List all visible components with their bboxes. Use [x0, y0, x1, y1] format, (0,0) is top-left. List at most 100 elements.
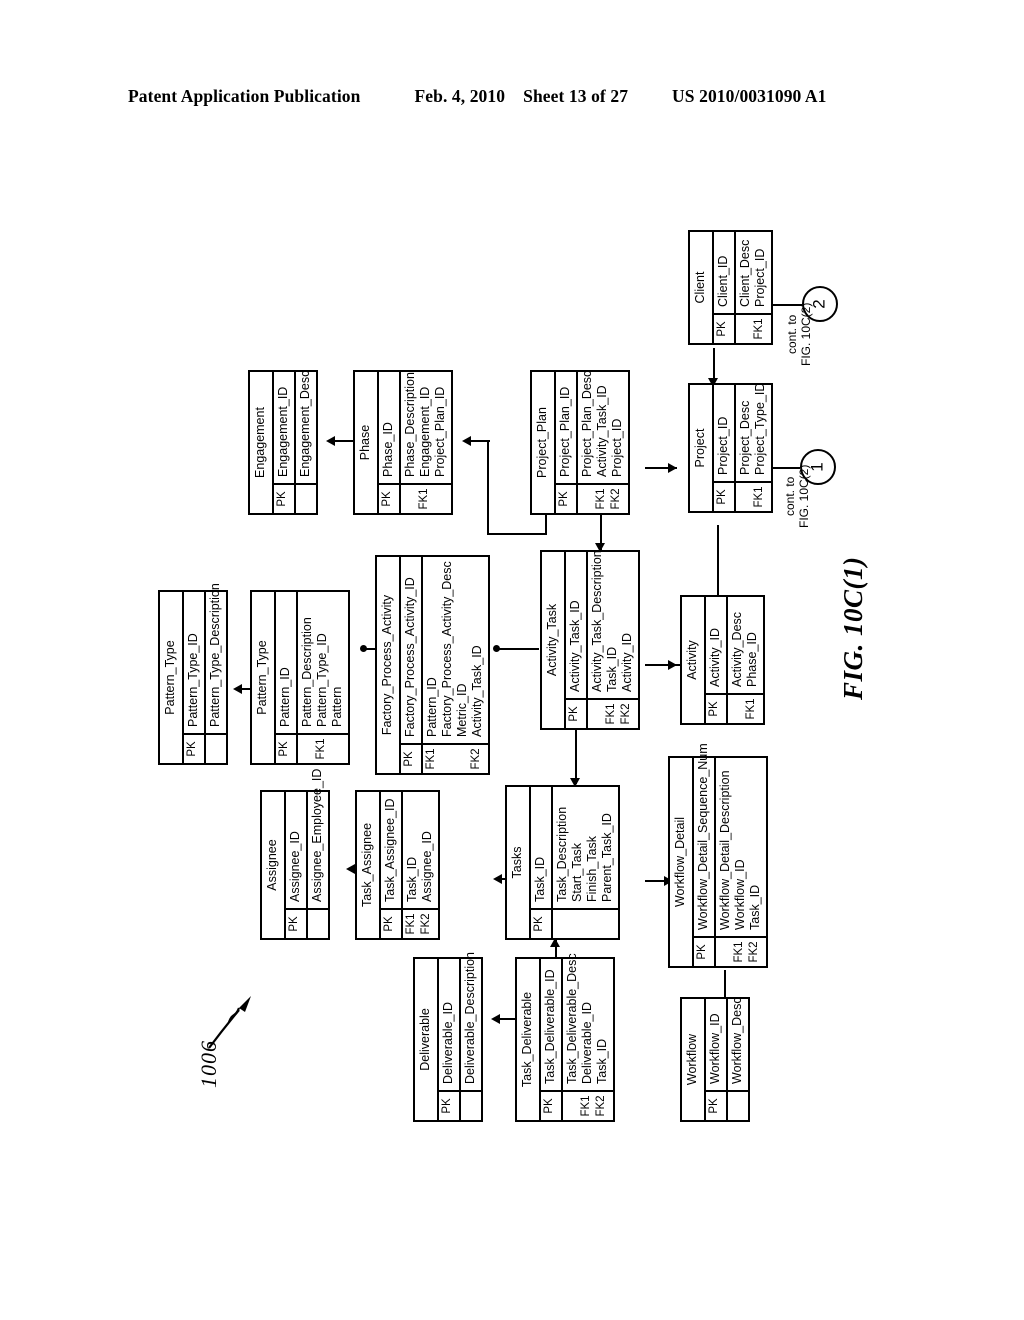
entity-field: Pattern	[329, 686, 344, 727]
entity-key-markers: FK1	[727, 693, 763, 723]
entity-key-marker: PK	[542, 1098, 555, 1114]
entity-field: Task_Deliverable_Desc	[564, 953, 579, 1084]
entity-pattern[interactable]: Pattern_Type PK Pattern_ID FK1 Pattern_Des…	[250, 590, 350, 765]
entity-field-list: Workflow_Detail_Sequence_Num	[694, 736, 714, 936]
entity-key-markers: PK	[705, 693, 726, 723]
entity-field: Workflow_Detail_Sequence_Num	[695, 743, 710, 930]
entity-key-marker: PK	[380, 491, 393, 507]
entity-key-section: PK Phase_ID	[378, 372, 399, 513]
entity-project[interactable]: Project PK Project_ID FK1 Project_Desc Proje…	[688, 383, 773, 513]
entity-field-list: Project_ID	[714, 385, 734, 481]
entity-field: Assignee_ID	[287, 831, 302, 902]
entity-key-marker: FK1	[579, 1095, 592, 1117]
entity-key-markers	[307, 908, 328, 938]
entity-key-markers: PK	[693, 936, 714, 966]
arrowhead-tasks-left	[493, 874, 502, 884]
arrowhead-taskdeliverable-deliverable	[491, 1014, 500, 1024]
entity-table: Activity PK Activity_ID FK1 Activity_Desc Ph…	[680, 595, 765, 725]
entity-key-section: PK Activity_Task_ID	[565, 552, 586, 728]
entity-field-list: Engagement_Desc	[296, 364, 316, 483]
entity-key-markers: FK1 FK2	[577, 483, 628, 513]
entity-key-markers: PK	[438, 1090, 459, 1120]
entity-client[interactable]: Client PK Client_ID FK1 Client_Desc Project_…	[688, 230, 773, 345]
entity-factory-process-activity[interactable]: Factory_Process_Activity PK Factory_Proces…	[375, 555, 490, 775]
entity-key-markers: PK	[540, 1090, 561, 1120]
entity-field: Project_ID	[752, 248, 767, 307]
entity-key-markers	[552, 908, 618, 938]
entity-field-list: Task_Assignee_ID	[381, 791, 401, 908]
entity-field: Workflow_Detail_Description	[717, 770, 732, 930]
entity-attribute-section: FK1 Project_Desc Project_Type_ID	[733, 383, 771, 511]
entity-field-list: Workflow_Desc	[728, 990, 748, 1090]
connector-projectplan-phase-v	[487, 440, 489, 535]
entity-field: Task_Description	[554, 806, 569, 902]
entity-table: Engagement PK Engagement_ID Engagement_Des…	[248, 370, 318, 515]
entity-field-list: Project_Plan_Desc Activity_Task_ID Project…	[578, 364, 628, 483]
offpage-connector-2-label: cont. to FIG. 10C(2)	[785, 303, 814, 366]
entity-engagement[interactable]: Engagement PK Engagement_ID Engagement_Des…	[248, 370, 318, 515]
entity-field: Deliverable_ID	[579, 1002, 594, 1084]
entity-key-markers: PK	[273, 483, 294, 513]
entity-name: Task_Assignee	[357, 792, 381, 938]
entity-field-list: Pattern_ID Factory_Process_Activity_Desc M…	[423, 554, 488, 743]
entity-task-deliverable[interactable]: Task_Deliverable PK Task_Deliverable_ID FK…	[515, 953, 615, 1122]
entity-field: Task_ID	[594, 1038, 609, 1084]
entity-field-list: Task_ID Assignee_ID	[403, 792, 438, 908]
entity-key-markers: PK	[565, 698, 586, 728]
entity-assignee[interactable]: Assignee PK Assignee_ID Assignee_Employee_…	[260, 769, 330, 940]
offpage-connector-1-label-line1: cont. to	[783, 476, 797, 516]
entity-table: Pattern_Type PK Pattern_Type_ID Pattern_Ty…	[158, 583, 228, 765]
entity-field-list: Client_Desc Project_ID	[736, 232, 771, 313]
entity-field-list: Pattern_Description Pattern_Type_ID Patter…	[298, 592, 348, 733]
entity-attribute-section: FK1 Activity_Desc Phase_ID	[725, 597, 763, 723]
entity-key-marker: FK1	[752, 318, 765, 340]
entity-pattern-type[interactable]: Pattern_Type PK Pattern_Type_ID Pattern_Ty…	[158, 583, 228, 765]
entity-key-section: PK Pattern_ID	[275, 592, 296, 763]
entity-key-marker: FK1	[752, 486, 765, 508]
entity-key-marker: PK	[440, 1098, 453, 1114]
entity-field-list: Workflow_ID	[706, 999, 726, 1090]
entity-key-marker: FK2	[419, 913, 432, 935]
entity-field-list: Pattern_ID	[276, 592, 296, 733]
entity-key-marker: PK	[185, 741, 198, 757]
entity-attribute-section: FK1 Client_Desc Project_ID	[733, 232, 771, 343]
entity-tasks[interactable]: Tasks PK Task_ID Task_Description Start_Tas…	[505, 785, 620, 940]
entity-key-marker: FK2	[619, 703, 632, 725]
entity-field-list: Assignee_ID	[286, 792, 306, 908]
entity-field: Task_ID	[747, 884, 762, 930]
entity-field-list: Task_Description Start_Task Finish_Task Par…	[553, 787, 618, 908]
entity-key-section: PK Task_Assignee_ID	[380, 791, 401, 938]
entity-activity-task[interactable]: Activity_Task PK Activity_Task_ID FK1 FK2 Ac…	[540, 550, 640, 730]
entity-attribute-section: FK1 FK2 Task_Deliverable_Desc Deliverable_I…	[560, 953, 613, 1120]
entity-deliverable[interactable]: Deliverable PK Deliverable_ID Deliverable_…	[413, 952, 483, 1122]
entity-field: Pattern_ID	[424, 677, 439, 737]
entity-table: Project PK Project_ID FK1 Project_Desc Proje…	[688, 383, 773, 513]
entity-workflow-detail[interactable]: Workflow_Detail PK Workflow_Detail_Sequenc…	[668, 743, 768, 968]
entity-key-marker: PK	[715, 321, 728, 337]
entity-workflow[interactable]: Workflow PK Workflow_ID Workflow_Desc	[680, 997, 750, 1122]
entity-project-plan[interactable]: Project_Plan PK Project_Plan_ID FK1 FK2 Proj…	[530, 370, 630, 515]
entity-key-section: PK Project_ID	[713, 385, 734, 511]
entity-key-marker: PK	[275, 491, 288, 507]
entity-field: Task_Assignee_ID	[382, 798, 397, 902]
entity-field-list: Activity_Task_ID	[566, 552, 586, 698]
arrowhead-pattern-patterntype	[233, 684, 242, 694]
entity-activity[interactable]: Activity PK Activity_ID FK1 Activity_Desc Ph…	[680, 595, 765, 725]
entity-attribute-section: Task_Description Start_Task Finish_Task Par…	[550, 787, 618, 938]
entity-field-list: Project_Plan_ID	[556, 372, 576, 483]
entity-key-markers: PK	[530, 908, 551, 938]
entity-key-section: PK Pattern_Type_ID	[183, 592, 204, 763]
entity-key-marker: PK	[567, 706, 580, 722]
entity-field: Deliverable_Description	[462, 951, 477, 1084]
entity-field: Pattern_Type_ID	[185, 633, 200, 727]
entity-key-section: PK Client_ID	[713, 232, 734, 343]
entity-task-assignee[interactable]: Task_Assignee PK Task_Assignee_ID FK1 FK2 Tas…	[355, 790, 440, 940]
entity-key-section: PK Workflow_Detail_Sequence_Num	[693, 743, 714, 966]
entity-phase[interactable]: Phase PK Phase_ID FK1 Phase_Description Eng…	[353, 370, 453, 515]
entity-key-section: PK Assignee_ID	[285, 792, 306, 938]
entity-key-markers: PK	[713, 313, 734, 343]
entity-field-list: Engagement_ID	[274, 372, 294, 483]
entity-key-markers: PK	[713, 481, 734, 511]
entity-attribute-section: FK1 FK2 Pattern_ID Factory_Process_Activit…	[420, 554, 488, 773]
entity-name: Client	[690, 232, 714, 343]
